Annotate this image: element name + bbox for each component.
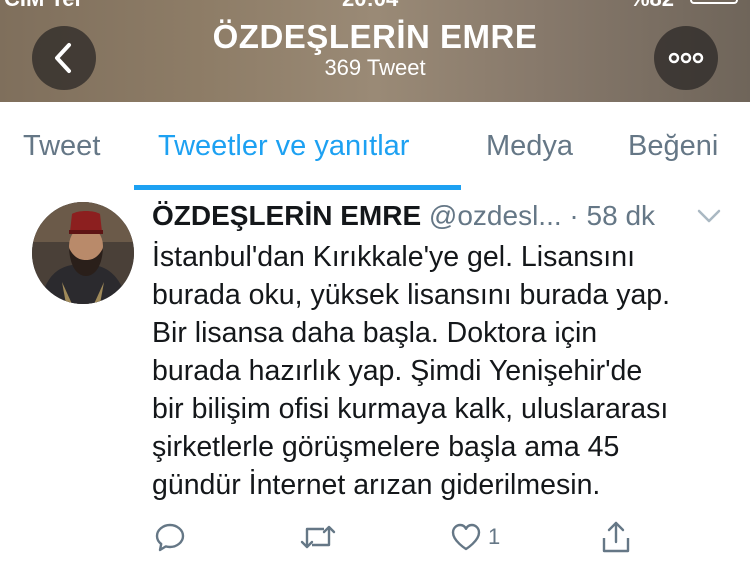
- retweet-button[interactable]: [300, 520, 336, 554]
- share-button[interactable]: [600, 520, 632, 554]
- avatar[interactable]: [32, 202, 134, 304]
- more-horizontal-icon: [668, 52, 704, 64]
- profile-name-title: ÖZDEŞLERİN EMRE: [212, 18, 538, 55]
- tweet-header: ÖZDEŞLERİN EMRE @ozdesl... · 58 dk: [152, 200, 712, 232]
- tab-tweets[interactable]: Tweet: [23, 130, 100, 163]
- battery-icon: [690, 0, 738, 4]
- tab-tweets-and-replies[interactable]: Tweetler ve yanıtlar: [158, 130, 409, 163]
- avatar-image: [32, 202, 134, 304]
- like-count: 1: [488, 524, 501, 549]
- reply-icon: [155, 523, 185, 552]
- tweet-item[interactable]: ÖZDEŞLERİN EMRE @ozdesl... · 58 dk İstan…: [0, 190, 750, 576]
- carrier-label: CIM Tel: [4, 0, 81, 12]
- chevron-down-icon[interactable]: [696, 208, 722, 224]
- status-clock: 20:04: [342, 0, 398, 12]
- status-bar: CIM Tel 20:04 %82: [0, 0, 750, 12]
- heart-icon: [451, 523, 481, 551]
- tweet-timestamp: 58 dk: [586, 200, 656, 231]
- reply-button[interactable]: [154, 520, 186, 554]
- like-button[interactable]: 1: [450, 520, 500, 554]
- profile-header: CIM Tel 20:04 %82 ÖZDEŞLERİN EMRE 369 Tw…: [0, 0, 750, 102]
- more-button[interactable]: [654, 26, 718, 90]
- tab-media[interactable]: Medya: [486, 130, 573, 163]
- tweet-count: 369 Tweet: [324, 55, 426, 80]
- profile-tabs: Tweet Tweetler ve yanıtlar Medya Beğeni: [0, 102, 750, 191]
- tweet-text: İstanbul'dan Kırıkkale'ye gel. Lisansını…: [152, 241, 671, 501]
- battery-percent: %82: [630, 0, 674, 12]
- tab-likes[interactable]: Beğeni: [628, 130, 718, 163]
- username-handle[interactable]: @ozdesl...: [429, 200, 562, 231]
- profile-screen: CIM Tel 20:04 %82 ÖZDEŞLERİN EMRE 369 Tw…: [0, 0, 750, 576]
- separator-dot: ·: [569, 200, 579, 231]
- display-name[interactable]: ÖZDEŞLERİN EMRE: [152, 200, 421, 231]
- retweet-icon: [300, 525, 336, 549]
- share-icon: [602, 521, 630, 553]
